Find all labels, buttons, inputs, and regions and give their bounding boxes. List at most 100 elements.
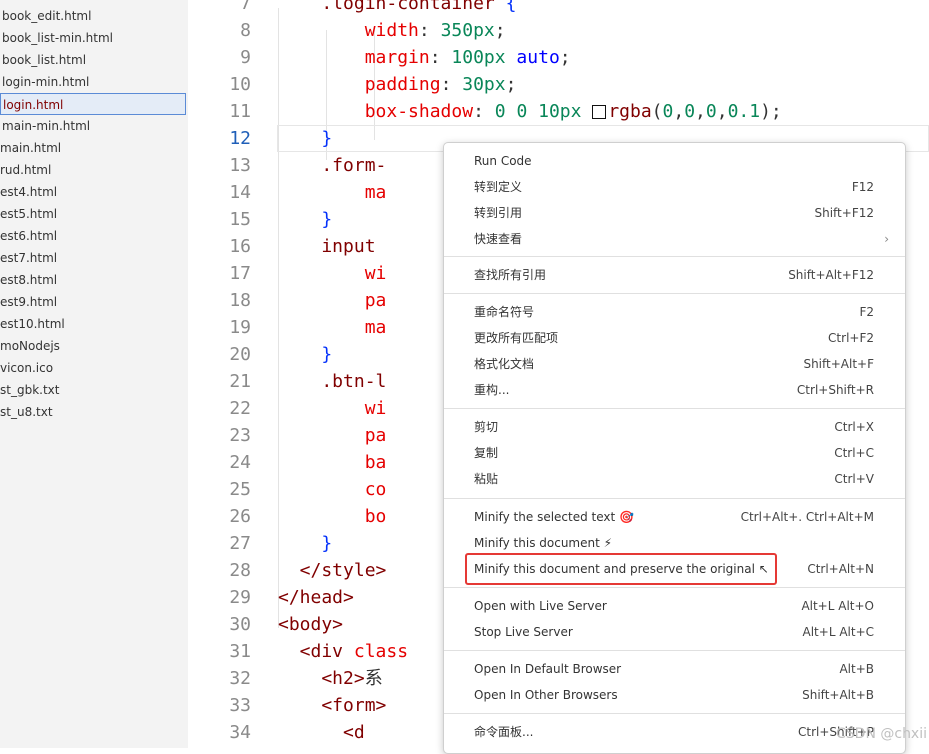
code-token: } (278, 128, 333, 149)
file-item[interactable]: login-min.html (0, 71, 89, 93)
code-token: 0 (705, 101, 717, 122)
code-line[interactable]: <h2>系 (278, 665, 383, 692)
code-line[interactable]: } (278, 530, 332, 557)
file-item[interactable]: est9.html (0, 291, 57, 313)
code-line[interactable]: <div class (278, 638, 408, 665)
menu-item[interactable]: Stop Live Server Alt+L Alt+C (444, 619, 905, 645)
file-item[interactable]: book_list-min.html (0, 27, 113, 49)
menu-item[interactable]: 重命名符号 F2 (444, 299, 905, 325)
code-token: wi (278, 263, 387, 284)
file-item[interactable]: rud.html (0, 159, 51, 181)
code-line[interactable]: ba (278, 449, 387, 476)
menu-item-shortcut: Ctrl+Alt+N (807, 562, 874, 576)
code-line[interactable]: width: 350px; (278, 17, 506, 44)
code-line[interactable]: <body> (278, 611, 343, 638)
menu-item[interactable]: Open In Default Browser Alt+B (444, 656, 905, 682)
code-line[interactable]: } (278, 125, 332, 152)
code-line[interactable]: ma (278, 314, 387, 341)
menu-item[interactable]: Run Code (444, 148, 905, 174)
menu-separator (444, 587, 905, 588)
line-number: 12 (229, 128, 251, 149)
code-line[interactable]: .btn-l (278, 368, 386, 395)
menu-item[interactable]: 转到引用 Shift+F12 (444, 200, 905, 226)
color-swatch-icon[interactable] (592, 105, 607, 119)
menu-item-shortcut: F12 (851, 180, 874, 194)
menu-item[interactable]: 复制 Ctrl+C (444, 440, 905, 466)
file-item[interactable]: book_edit.html (0, 5, 91, 27)
file-name: moNodejs (0, 339, 60, 353)
line-number: 14 (229, 182, 251, 203)
file-item[interactable]: est6.html (0, 225, 57, 247)
code-token: padding (278, 74, 441, 95)
menu-item[interactable]: 更改所有匹配项 Ctrl+F2 (444, 325, 905, 351)
code-token: , (695, 101, 706, 122)
code-line[interactable]: co (278, 476, 387, 503)
menu-item-label: 复制 (474, 446, 499, 460)
menu-item[interactable]: 剪切 Ctrl+X (444, 414, 905, 440)
menu-separator (444, 256, 905, 257)
menu-item[interactable]: 粘贴 Ctrl+V (444, 466, 905, 492)
file-item[interactable]: main-min.html (0, 115, 90, 137)
menu-item-shortcut: Shift+Alt+B (802, 688, 874, 702)
file-item[interactable]: vicon.ico (0, 357, 53, 379)
code-line[interactable]: wi (278, 260, 387, 287)
file-name: est4.html (0, 185, 58, 199)
menu-item[interactable]: Minify the selected text 🎯 Ctrl+Alt+. Ctr… (444, 504, 905, 530)
menu-item-label: Run Code (474, 154, 532, 168)
code-line[interactable]: .login-container { (278, 0, 516, 17)
code-line[interactable]: wi (278, 395, 387, 422)
file-name: book_list-min.html (2, 31, 113, 45)
code-token: co (278, 479, 387, 500)
line-number: 22 (229, 398, 251, 419)
file-item[interactable]: est8.html (0, 269, 57, 291)
file-item[interactable]: main.html (0, 137, 61, 159)
code-line[interactable]: bo (278, 503, 387, 530)
code-line[interactable]: .form- (278, 152, 386, 179)
file-item[interactable]: est5.html (0, 203, 57, 225)
file-item[interactable]: st_gbk.txt (0, 379, 59, 401)
file-item[interactable]: st_u8.txt (0, 401, 53, 423)
code-token: , (716, 101, 728, 122)
file-item[interactable]: login.html (0, 93, 186, 115)
code-line[interactable]: pa (278, 287, 387, 314)
menu-item-label: 更改所有匹配项 (474, 331, 559, 345)
menu-item-label: 转到引用 (474, 206, 523, 220)
menu-item[interactable]: 格式化文档 Shift+Alt+F (444, 351, 905, 377)
code-line[interactable]: <d (278, 719, 365, 746)
code-line[interactable]: margin: 100px auto; (278, 44, 571, 71)
menu-item[interactable]: 查找所有引用 Shift+Alt+F12 (444, 262, 905, 288)
code-line[interactable]: pa (278, 422, 387, 449)
menu-item[interactable]: Open In Other Browsers Shift+Alt+B (444, 682, 905, 708)
menu-item-label: Open In Other Browsers (474, 688, 618, 702)
file-item[interactable]: moNodejs (0, 335, 60, 357)
file-item[interactable]: est4.html (0, 181, 57, 203)
file-item[interactable]: book_list.html (0, 49, 86, 71)
code-line[interactable]: </head> (278, 584, 354, 611)
line-number: 9 (240, 47, 251, 68)
code-line[interactable]: input (278, 233, 386, 260)
menu-item[interactable]: Open with Live Server Alt+L Alt+O (444, 593, 905, 619)
code-token: <d (278, 722, 365, 743)
code-line[interactable]: } (278, 206, 332, 233)
menu-item[interactable]: 快速查看 › (444, 226, 905, 252)
code-token: } (278, 533, 333, 554)
code-line[interactable]: } (278, 341, 332, 368)
line-number: 21 (229, 371, 251, 392)
menu-item[interactable]: 转到定义 F12 (444, 174, 905, 200)
menu-item-shortcut: F2 (859, 305, 874, 319)
code-line[interactable]: <form> (278, 692, 386, 719)
menu-item-shortcut: Shift+Alt+F (803, 357, 874, 371)
menu-item-shortcut: Ctrl+F2 (828, 331, 874, 345)
menu-item[interactable]: 重构... Ctrl+Shift+R (444, 377, 905, 403)
file-item[interactable]: est7.html (0, 247, 57, 269)
line-number: 24 (229, 452, 251, 473)
code-line[interactable]: box-shadow: 0 0 10px rgba(0,0,0,0.1); (278, 98, 782, 125)
code-line[interactable]: </style> (278, 557, 387, 584)
code-line[interactable]: padding: 30px; (278, 71, 517, 98)
file-name: login.html (3, 98, 64, 112)
code-token: 350px (440, 20, 495, 41)
code-line[interactable]: ma (278, 179, 387, 206)
menu-item-shortcut: Shift+F12 (814, 206, 874, 220)
file-item[interactable]: est10.html (0, 313, 65, 335)
code-token: 系 (364, 668, 383, 689)
